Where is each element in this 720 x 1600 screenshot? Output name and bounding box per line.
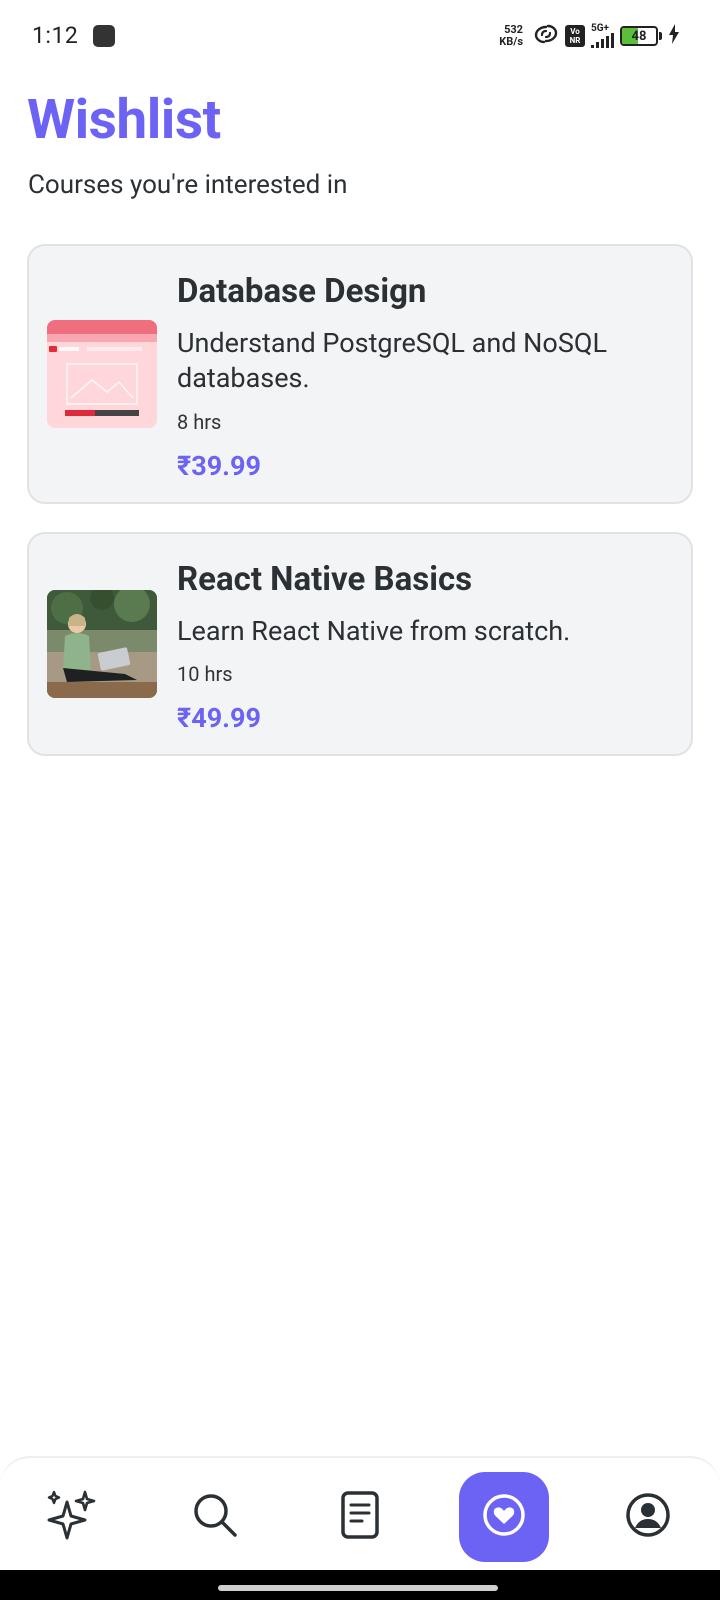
bottom-navigation	[0, 1456, 720, 1570]
course-title: Database Design	[177, 272, 427, 311]
course-thumbnail	[47, 590, 157, 698]
volte-badge: Vo NR	[565, 25, 585, 47]
page-title: Wishlist	[27, 88, 221, 152]
heart-icon	[481, 1492, 527, 1542]
volte-badge-bottom: NR	[569, 36, 581, 45]
course-thumbnail	[47, 320, 157, 428]
status-time: 1:12	[32, 22, 79, 49]
network-type: 5G+	[591, 23, 610, 34]
course-duration: 8 hrs	[177, 410, 222, 434]
sparkles-icon	[45, 1488, 99, 1546]
signal-bars-icon	[591, 33, 614, 48]
course-card[interactable]: Database Design Understand PostgreSQL an…	[27, 244, 693, 504]
course-price: ₹49.99	[177, 702, 261, 734]
page-subtitle: Courses you're interested in	[28, 170, 348, 200]
nav-item-search[interactable]	[170, 1472, 260, 1562]
course-description: Learn React Native from scratch.	[177, 615, 571, 647]
nav-item-wishlist[interactable]	[459, 1472, 549, 1562]
battery-icon: 48	[620, 26, 662, 46]
status-bar: 1:12 532 KB/s Vo NR 5G+ 48	[0, 0, 720, 72]
hotspot-icon	[533, 23, 559, 49]
course-title: React Native Basics	[177, 560, 473, 599]
search-icon	[190, 1490, 240, 1544]
nav-item-courses[interactable]	[315, 1472, 405, 1562]
system-navigation-bar	[0, 1570, 720, 1600]
course-duration: 10 hrs	[177, 662, 233, 686]
document-icon	[338, 1490, 382, 1544]
course-description: Understand PostgreSQL and NoSQL database…	[177, 327, 607, 394]
network-speed: 532 KB/s	[499, 24, 523, 48]
battery-level: 48	[631, 28, 647, 44]
nav-item-profile[interactable]	[603, 1472, 693, 1562]
course-card[interactable]: React Native Basics Learn React Native f…	[27, 532, 693, 756]
nav-item-discover[interactable]	[27, 1472, 117, 1562]
profile-icon	[624, 1491, 672, 1543]
network-speed-unit: KB/s	[499, 35, 523, 48]
status-indicators: 532 KB/s Vo NR 5G+ 48	[499, 18, 680, 54]
signal-indicator: 5G+	[591, 24, 614, 48]
charging-bolt-icon	[668, 24, 680, 48]
notification-app-icon	[93, 25, 115, 47]
volte-badge-top: Vo	[570, 27, 580, 36]
course-price: ₹39.99	[177, 450, 261, 482]
home-indicator[interactable]	[218, 1585, 498, 1591]
